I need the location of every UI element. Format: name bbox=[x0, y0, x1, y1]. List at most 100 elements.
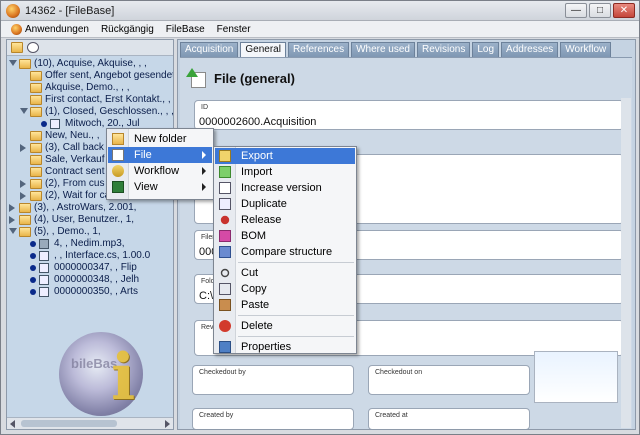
tree-item[interactable]: (1), Closed, Geschlossen., , , bbox=[7, 106, 173, 118]
expand-arrow-icon[interactable] bbox=[20, 144, 26, 152]
menu-item-label: Release bbox=[241, 214, 282, 226]
tree-item[interactable]: (3), , AstroWars, 2.001, bbox=[7, 202, 173, 214]
tree-horizontal-scrollbar[interactable] bbox=[7, 417, 173, 429]
expand-arrow-icon[interactable] bbox=[20, 192, 26, 200]
document-icon bbox=[39, 251, 49, 261]
media-play-icon[interactable] bbox=[39, 239, 49, 249]
tab-general[interactable]: General bbox=[240, 42, 286, 57]
created-at-field[interactable]: Created at bbox=[368, 408, 530, 429]
refresh-icon[interactable] bbox=[27, 42, 39, 53]
menu-item-increase-version[interactable]: Increase version bbox=[215, 180, 355, 196]
tree-item-label: (3), , AstroWars, 2.001, bbox=[34, 202, 137, 213]
tree-item[interactable]: 4, , Nedim.mp3, bbox=[7, 238, 173, 250]
menu-item-label: Cut bbox=[241, 267, 259, 279]
tree-item-label: Offer sent, Angebot gesendet bbox=[45, 70, 174, 81]
preview-thumbnail bbox=[534, 351, 618, 403]
tree-item[interactable]: Akquise, Demo., , , bbox=[7, 82, 173, 94]
folder-icon bbox=[19, 59, 31, 69]
folder-icon bbox=[19, 227, 31, 237]
menu-item-duplicate[interactable]: Duplicate bbox=[215, 196, 355, 212]
created-by-field[interactable]: Created by bbox=[192, 408, 354, 429]
copy-icon bbox=[219, 283, 231, 295]
created-at-label: Created at bbox=[375, 412, 408, 419]
tab-revisions[interactable]: Revisions bbox=[417, 42, 471, 57]
tree-item-label: 0000000348, , Jelh bbox=[54, 274, 140, 285]
menu-item-release[interactable]: Release bbox=[215, 212, 355, 228]
menu-filebase[interactable]: FileBase bbox=[160, 24, 211, 35]
menu-item-paste[interactable]: Paste bbox=[215, 297, 355, 313]
folder-icon[interactable] bbox=[11, 42, 23, 53]
scroll-thumb[interactable] bbox=[21, 420, 117, 427]
folder-icon bbox=[30, 191, 42, 201]
tree-item[interactable]: (4), User, Benutzer., 1, bbox=[7, 214, 173, 226]
detail-vertical-scrollbar[interactable] bbox=[621, 98, 631, 428]
checkedout-on-field[interactable]: Checkedout on bbox=[368, 365, 530, 395]
menu-item-cut[interactable]: Cut bbox=[215, 265, 355, 281]
close-button[interactable]: ✕ bbox=[613, 3, 635, 18]
menu-rueckgaengig[interactable]: Rückgängig bbox=[95, 24, 160, 35]
collapse-arrow-icon[interactable] bbox=[20, 108, 28, 114]
menu-item-view[interactable]: View bbox=[108, 179, 212, 195]
tree-item-label: Sale, Verkauf bbox=[45, 154, 105, 165]
menu-item-copy[interactable]: Copy bbox=[215, 281, 355, 297]
menu-item-label: Compare structure bbox=[241, 246, 333, 258]
tree-item-label: Akquise, Demo., , , bbox=[45, 82, 130, 93]
import-icon bbox=[219, 166, 231, 178]
expand-arrow-icon[interactable] bbox=[9, 204, 15, 212]
tab-log[interactable]: Log bbox=[472, 42, 500, 57]
tab-workflow[interactable]: Workflow bbox=[560, 42, 612, 57]
collapse-arrow-icon[interactable] bbox=[9, 228, 17, 234]
tab-acquisition[interactable]: Acquisition bbox=[180, 42, 239, 57]
menu-item-label: Copy bbox=[241, 283, 267, 295]
folder-icon bbox=[30, 107, 42, 117]
delete-icon bbox=[219, 320, 231, 332]
tree-item[interactable]: (10), Acquise, Akquise, , , bbox=[7, 58, 173, 70]
tree-item-label: Contract sent bbox=[45, 166, 105, 177]
checkedout-by-field[interactable]: Checkedout by bbox=[192, 365, 354, 395]
menu-item-bom[interactable]: BOM bbox=[215, 228, 355, 244]
document-icon bbox=[39, 287, 49, 297]
maximize-button[interactable]: □ bbox=[589, 3, 611, 18]
menu-item-workflow[interactable]: Workflow bbox=[108, 163, 212, 179]
tree-item-label: (2), From cus bbox=[45, 178, 105, 189]
tree-item[interactable]: First contact, Erst Kontakt., , bbox=[7, 94, 173, 106]
tab-addresses[interactable]: Addresses bbox=[501, 42, 559, 57]
tree-pane: (10), Acquise, Akquise, , , Offer sent, A… bbox=[6, 39, 174, 430]
submenu-arrow-icon bbox=[202, 167, 206, 175]
tree-toolbar bbox=[7, 40, 173, 56]
tree-item[interactable]: 0000000347, , Flip bbox=[7, 262, 173, 274]
menu-separator bbox=[238, 315, 354, 316]
tab-references[interactable]: References bbox=[287, 42, 350, 57]
folder-icon bbox=[30, 179, 42, 189]
menu-item-new-folder[interactable]: New folder bbox=[108, 131, 212, 147]
tree-item-label: , , Interface.cs, 1.00.0 bbox=[54, 250, 151, 261]
tree-item[interactable]: Offer sent, Angebot gesendet bbox=[7, 70, 174, 82]
menu-item-export[interactable]: Export bbox=[215, 148, 355, 164]
id-field[interactable]: ID 0000002600.Acquisition bbox=[194, 100, 624, 130]
scroll-left-icon[interactable] bbox=[10, 420, 15, 428]
menu-item-compare-structure[interactable]: Compare structure bbox=[215, 244, 355, 260]
tree-item[interactable]: (5), , Demo., 1, bbox=[7, 226, 173, 238]
scroll-right-icon[interactable] bbox=[165, 420, 170, 428]
bom-icon bbox=[219, 230, 231, 242]
menu-item-properties[interactable]: Properties bbox=[215, 339, 355, 355]
tree-item[interactable]: 0000000350, , Arts bbox=[7, 286, 173, 298]
menu-fenster[interactable]: Fenster bbox=[211, 24, 257, 35]
expand-arrow-icon[interactable] bbox=[9, 216, 15, 224]
tree-item[interactable]: , , Interface.cs, 1.00.0 bbox=[7, 250, 173, 262]
collapse-arrow-icon[interactable] bbox=[9, 60, 17, 66]
menu-item-file[interactable]: File bbox=[108, 147, 212, 163]
app-logo-icon[interactable] bbox=[6, 4, 20, 18]
menu-anwendungen[interactable]: Anwendungen bbox=[5, 23, 95, 35]
tree-item[interactable]: 0000000348, , Jelh bbox=[7, 274, 173, 286]
menu-item-delete[interactable]: Delete bbox=[215, 318, 355, 334]
minimize-button[interactable]: — bbox=[565, 3, 587, 18]
folder-value: C:\ bbox=[199, 290, 214, 302]
tab-bar: Acquisition General References Where used Re… bbox=[180, 42, 612, 57]
expand-arrow-icon[interactable] bbox=[20, 180, 26, 188]
cut-icon bbox=[220, 268, 230, 278]
folder-icon bbox=[30, 155, 42, 165]
tab-where-used[interactable]: Where used bbox=[351, 42, 415, 57]
menu-item-import[interactable]: Import bbox=[215, 164, 355, 180]
document-icon bbox=[50, 119, 60, 129]
